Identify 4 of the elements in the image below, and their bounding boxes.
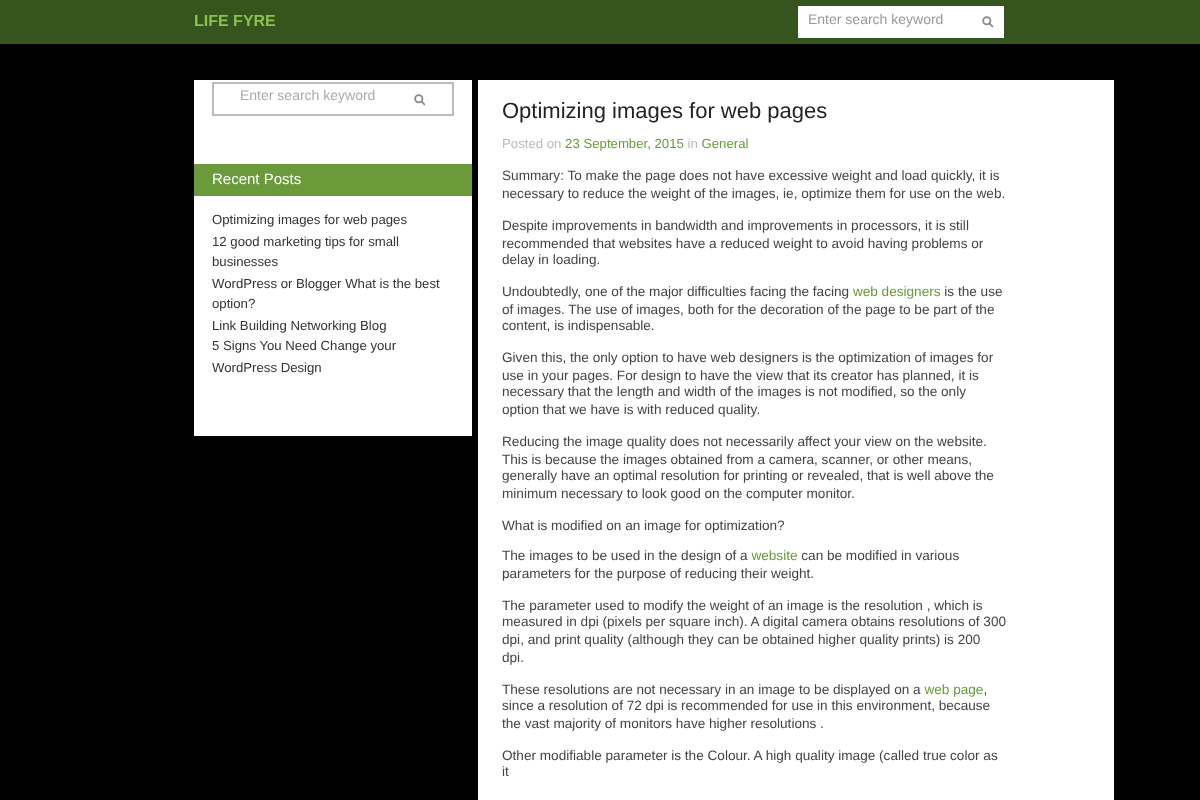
article-title: Optimizing images for web pages: [502, 98, 830, 128]
search-icon: [982, 16, 994, 28]
search-icon: [414, 93, 426, 105]
site-logo[interactable]: LIFE FYRE: [194, 10, 276, 34]
